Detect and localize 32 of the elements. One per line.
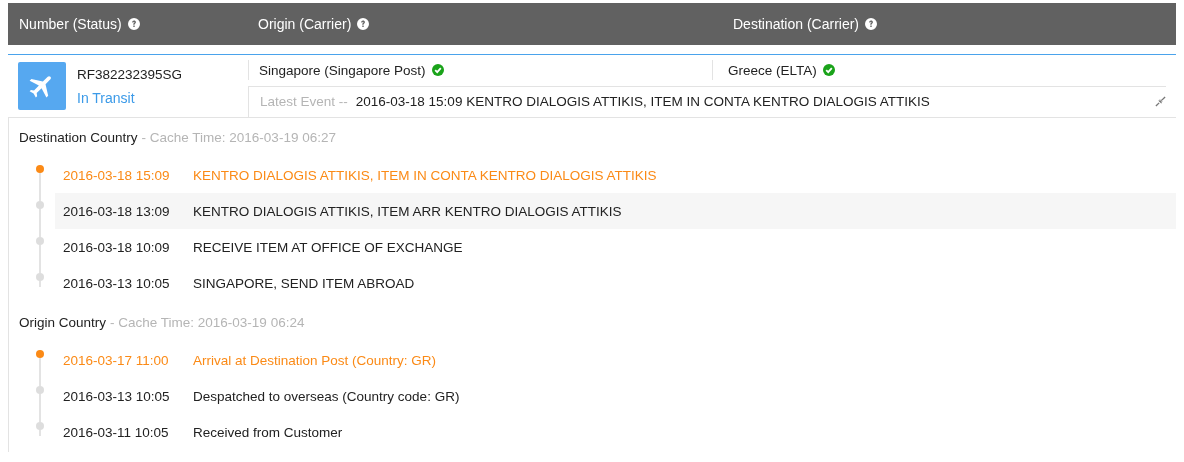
event-description: Arrival at Destination Post (Country: GR) bbox=[193, 352, 437, 368]
help-icon[interactable] bbox=[865, 18, 878, 30]
destination-carrier: Greece (ELTA) bbox=[728, 63, 817, 78]
event-time: 2016-03-18 13:09 bbox=[63, 203, 171, 219]
collapse-icon[interactable] bbox=[1155, 96, 1166, 108]
event-time: 2016-03-17 11:00 bbox=[63, 352, 170, 368]
airplane-icon bbox=[18, 62, 66, 110]
event-description: KENTRO DIALOGIS ATTIKIS, ITEM IN CONTA KENTRO DIALOGIS ATTIKIS bbox=[193, 167, 657, 183]
latest-event-label: Latest Event -- bbox=[260, 94, 348, 110]
cache-time: - Cache Time: 2016-03-19 06:27 bbox=[141, 130, 336, 145]
event-time: 2016-03-18 15:09 bbox=[63, 167, 171, 183]
event-description: RECEIVE ITEM AT OFFICE OF EXCHANGE bbox=[193, 239, 463, 255]
cache-time: - Cache Time: 2016-03-19 06:24 bbox=[110, 315, 305, 330]
status-link[interactable]: In Transit bbox=[77, 89, 183, 106]
event-time: 2016-03-13 10:05 bbox=[63, 275, 171, 291]
event-description: Received from Customer bbox=[193, 424, 343, 440]
event-description: KENTRO DIALOGIS ATTIKIS, ITEM ARR KENTRO DIALOGIS ATTIKIS bbox=[193, 203, 622, 219]
tracking-number: RF382232395SG bbox=[77, 66, 183, 82]
event-time: 2016-03-11 10:05 bbox=[63, 424, 170, 440]
event-description: SINGAPORE, SEND ITEM ABROAD bbox=[193, 275, 415, 291]
event-time: 2016-03-13 10:05 bbox=[63, 388, 171, 404]
origin-carrier: Singapore (Singapore Post) bbox=[259, 63, 426, 78]
column-heading: Origin (Carrier) bbox=[258, 16, 352, 32]
help-icon[interactable] bbox=[357, 18, 370, 30]
section-title: Destination Country bbox=[19, 130, 138, 145]
latest-event: 2016-03-18 15:09 KENTRO DIALOGIS ATTIKIS, ITEM IN CONTA KENTRO DIALOGIS ATTIKIS bbox=[355, 94, 930, 110]
column-heading: Number (Status) bbox=[19, 16, 122, 32]
section-title: Origin Country bbox=[19, 315, 107, 330]
help-icon[interactable] bbox=[127, 18, 140, 30]
column-heading: Destination (Carrier) bbox=[733, 16, 860, 32]
event-description: Despatched to overseas (Country code: GR) bbox=[193, 388, 460, 404]
event-time: 2016-03-18 10:09 bbox=[63, 239, 171, 255]
